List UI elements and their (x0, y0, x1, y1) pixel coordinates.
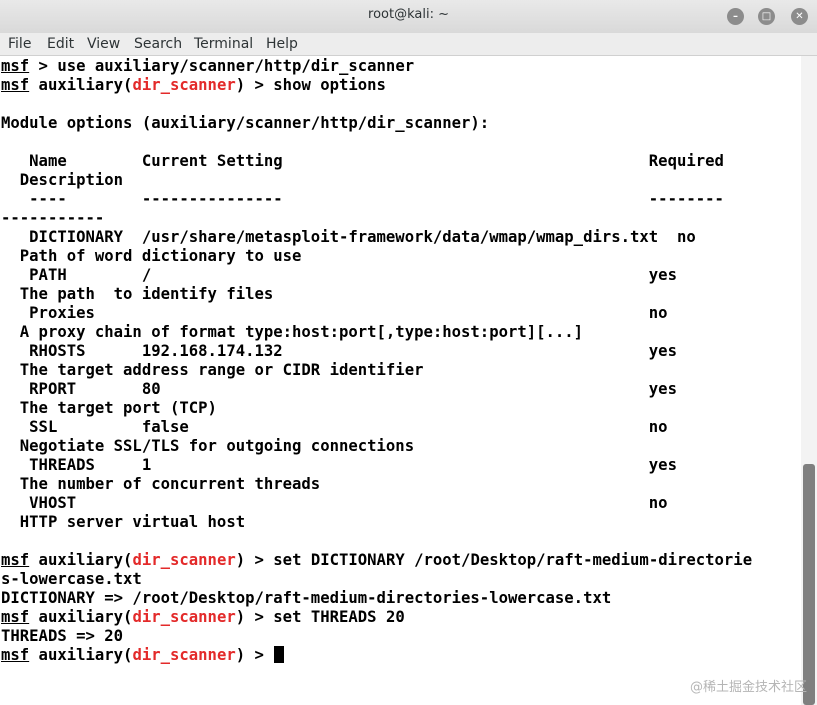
command-text: ) > set THREADS 20 (235, 608, 405, 626)
terminal-line: msf auxiliary(dir_scanner) > (1, 646, 285, 665)
terminal-line: The path to identify files (1, 285, 274, 303)
msf-prompt: msf (1, 57, 30, 75)
menu-terminal[interactable]: Terminal (194, 36, 253, 52)
msf-prompt: msf (1, 608, 30, 626)
terminal-line: RPORT 80 yes (1, 380, 677, 398)
terminal-line: VHOST no (1, 494, 668, 512)
terminal-line: Module options (auxiliary/scanner/http/d… (1, 114, 490, 132)
msf-prompt: msf (1, 551, 30, 569)
terminal-line: A proxy chain of format type:host:port[,… (1, 323, 584, 341)
maximize-icon: □ (761, 11, 772, 22)
command-text: > use auxiliary/scanner/http/dir_scanner (29, 57, 415, 75)
terminal-line: THREADS 1 yes (1, 456, 677, 474)
msf-prompt: msf (1, 646, 30, 664)
terminal-line: msf auxiliary(dir_scanner) > set THREADS… (1, 608, 405, 626)
terminal-line: s-lowercase.txt (1, 570, 142, 588)
terminal-cursor (274, 646, 285, 663)
module-name: dir_scanner (132, 76, 236, 94)
menu-file[interactable]: File (8, 36, 31, 52)
command-text: ) > (235, 646, 274, 664)
module-name: dir_scanner (132, 551, 236, 569)
terminal-line: ----------- (1, 209, 105, 227)
close-button[interactable]: ✕ (791, 8, 808, 25)
maximize-button[interactable]: □ (758, 8, 775, 25)
minimize-button[interactable]: – (727, 8, 744, 25)
menu-help[interactable]: Help (266, 36, 298, 52)
terminal-line: Description (1, 171, 124, 189)
command-text: ) > set DICTIONARY /root/Desktop/raft-me… (235, 551, 753, 569)
terminal-line: HTTP server virtual host (1, 513, 246, 531)
terminal-line: DICTIONARY => /root/Desktop/raft-medium-… (1, 589, 612, 607)
terminal-line: THREADS => 20 (1, 627, 124, 645)
minimize-icon: – (733, 11, 738, 22)
module-name: dir_scanner (132, 608, 236, 626)
menu-view[interactable]: View (87, 36, 120, 52)
terminal-line: RHOSTS 192.168.174.132 yes (1, 342, 677, 360)
terminal-line: msf auxiliary(dir_scanner) > show option… (1, 76, 386, 94)
menu-search[interactable]: Search (134, 36, 182, 52)
menu-edit[interactable]: Edit (47, 36, 74, 52)
terminal-line: The target port (TCP) (1, 399, 217, 417)
terminal-line: The number of concurrent threads (1, 475, 321, 493)
command-text: ) > show options (235, 76, 386, 94)
terminal-line: The target address range or CIDR identif… (1, 361, 424, 379)
terminal-line: Negotiate SSL/TLS for outgoing connectio… (1, 437, 415, 455)
menu-bar: File Edit View Search Terminal Help (0, 33, 817, 56)
terminal-line: Path of word dictionary to use (1, 247, 302, 265)
scrollbar[interactable] (801, 56, 817, 705)
terminal-line: SSL false no (1, 418, 668, 436)
terminal-line: ---- --------------- -------- (1, 190, 724, 208)
watermark: @稀土掘金技术社区 (689, 680, 807, 695)
terminal-line: PATH / yes (1, 266, 677, 284)
close-icon: ✕ (795, 11, 804, 22)
terminal-line: msf auxiliary(dir_scanner) > set DICTION… (1, 551, 753, 569)
terminal-line: Name Current Setting Required (1, 152, 724, 170)
window-title: root@kali: ~ (368, 7, 449, 22)
terminal-line: msf > use auxiliary/scanner/http/dir_sca… (1, 57, 414, 76)
terminal-line: DICTIONARY /usr/share/metasploit-framewo… (1, 228, 696, 246)
terminal-output[interactable]: msf > use auxiliary/scanner/http/dir_sca… (0, 56, 801, 705)
title-bar: root@kali: ~ – □ ✕ (0, 0, 817, 34)
scrollbar-thumb[interactable] (803, 464, 815, 705)
terminal-line: Proxies no (1, 304, 668, 322)
module-name: dir_scanner (132, 646, 236, 664)
msf-prompt: msf (1, 76, 30, 94)
